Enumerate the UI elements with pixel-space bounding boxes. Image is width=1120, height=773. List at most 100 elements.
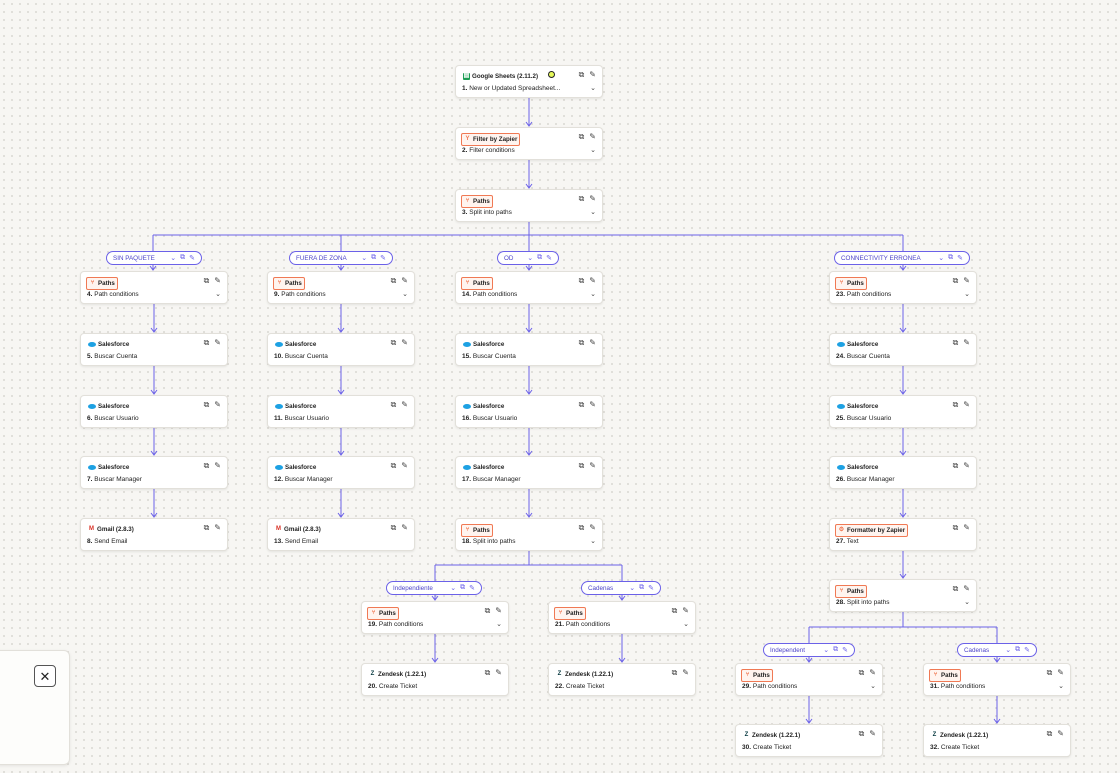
duplicate-icon[interactable]: ⧉ — [579, 132, 585, 142]
duplicate-icon[interactable]: ⧉ — [859, 668, 865, 678]
chevron-down-icon[interactable]: ⌄ — [590, 146, 596, 154]
edit-icon[interactable]: ✎ — [214, 523, 221, 533]
edit-icon[interactable]: ✎ — [214, 461, 221, 471]
step-card-6[interactable]: Salesforce ⧉ ✎ 6. Buscar Usuario — [80, 395, 228, 428]
edit-icon[interactable]: ✎ — [589, 461, 596, 471]
edit-icon[interactable]: ✎ — [963, 276, 970, 286]
duplicate-icon[interactable]: ⧉ — [953, 400, 959, 410]
chevron-down-icon[interactable]: ⌄ — [450, 584, 456, 592]
step-card-10[interactable]: Salesforce ⧉ ✎ 10. Buscar Cuenta — [267, 333, 415, 366]
edit-icon[interactable]: ✎ — [546, 254, 552, 262]
step-card-15[interactable]: Salesforce ⧉ ✎ 15. Buscar Cuenta — [455, 333, 603, 366]
step-card-30[interactable]: Z Zendesk (1.22.1) ⧉ ✎ 30. Create Ticket — [735, 724, 883, 757]
path-label-p6[interactable]: Cadenas ⌄ ⧉ ✎ — [581, 581, 661, 595]
duplicate-icon[interactable]: ⧉ — [639, 584, 644, 592]
step-card-26[interactable]: Salesforce ⧉ ✎ 26. Buscar Manager — [829, 456, 977, 489]
edit-icon[interactable]: ✎ — [214, 400, 221, 410]
duplicate-icon[interactable]: ⧉ — [391, 523, 397, 533]
edit-icon[interactable]: ✎ — [589, 400, 596, 410]
path-label-p8[interactable]: Cadenas ⌄ ⧉ ✎ — [957, 643, 1037, 657]
edit-icon[interactable]: ✎ — [869, 668, 876, 678]
duplicate-icon[interactable]: ⧉ — [579, 400, 585, 410]
duplicate-icon[interactable]: ⧉ — [953, 276, 959, 286]
edit-icon[interactable]: ✎ — [495, 606, 502, 616]
edit-icon[interactable]: ✎ — [589, 70, 596, 80]
step-card-23[interactable]: ⑂ Paths ⧉ ✎ 23. Path conditions ⌄ — [829, 271, 977, 304]
step-card-3[interactable]: ⑂ Paths ⧉ ✎ 3. Split into paths ⌄ — [455, 189, 603, 222]
chevron-down-icon[interactable]: ⌄ — [629, 584, 635, 592]
edit-icon[interactable]: ✎ — [401, 523, 408, 533]
duplicate-icon[interactable]: ⧉ — [859, 729, 865, 739]
duplicate-icon[interactable]: ⧉ — [579, 276, 585, 286]
duplicate-icon[interactable]: ⧉ — [204, 338, 210, 348]
duplicate-icon[interactable]: ⧉ — [953, 461, 959, 471]
chevron-down-icon[interactable]: ⌄ — [964, 290, 970, 298]
chevron-down-icon[interactable]: ⌄ — [590, 84, 596, 92]
step-card-8[interactable]: M Gmail (2.8.3) ⧉ ✎ 8. Send Email — [80, 518, 228, 551]
duplicate-icon[interactable]: ⧉ — [180, 254, 185, 262]
duplicate-icon[interactable]: ⧉ — [485, 668, 491, 678]
duplicate-icon[interactable]: ⧉ — [391, 276, 397, 286]
step-card-9[interactable]: ⑂ Paths ⧉ ✎ 9. Path conditions ⌄ — [267, 271, 415, 304]
edit-icon[interactable]: ✎ — [189, 254, 195, 262]
duplicate-icon[interactable]: ⧉ — [579, 523, 585, 533]
step-card-11[interactable]: Salesforce ⧉ ✎ 11. Buscar Usuario — [267, 395, 415, 428]
edit-icon[interactable]: ✎ — [1057, 668, 1064, 678]
duplicate-icon[interactable]: ⧉ — [460, 584, 465, 592]
duplicate-icon[interactable]: ⧉ — [579, 338, 585, 348]
duplicate-icon[interactable]: ⧉ — [391, 461, 397, 471]
duplicate-icon[interactable]: ⧉ — [485, 606, 491, 616]
step-card-28[interactable]: ⑂ Paths ⧉ ✎ 28. Split into paths ⌄ — [829, 579, 977, 612]
step-card-5[interactable]: Salesforce ⧉ ✎ 5. Buscar Cuenta — [80, 333, 228, 366]
edit-icon[interactable]: ✎ — [589, 276, 596, 286]
step-card-4[interactable]: ⑂ Paths ⧉ ✎ 4. Path conditions ⌄ — [80, 271, 228, 304]
close-button[interactable]: ✕ — [34, 665, 56, 687]
step-card-27[interactable]: ⚙ Formatter by Zapier ⧉ ✎ 27. Text — [829, 518, 977, 551]
step-card-14[interactable]: ⑂ Paths ⧉ ✎ 14. Path conditions ⌄ — [455, 271, 603, 304]
chevron-down-icon[interactable]: ⌄ — [823, 646, 829, 654]
step-card-22[interactable]: Z Zendesk (1.22.1) ⧉ ✎ 22. Create Ticket — [548, 663, 696, 696]
duplicate-icon[interactable]: ⧉ — [672, 668, 678, 678]
duplicate-icon[interactable]: ⧉ — [579, 194, 585, 204]
edit-icon[interactable]: ✎ — [957, 254, 963, 262]
edit-icon[interactable]: ✎ — [401, 400, 408, 410]
duplicate-icon[interactable]: ⧉ — [537, 254, 542, 262]
chevron-down-icon[interactable]: ⌄ — [1005, 646, 1011, 654]
duplicate-icon[interactable]: ⧉ — [204, 400, 210, 410]
duplicate-icon[interactable]: ⧉ — [204, 523, 210, 533]
edit-icon[interactable]: ✎ — [963, 523, 970, 533]
duplicate-icon[interactable]: ⧉ — [833, 646, 838, 654]
step-card-31[interactable]: ⑂ Paths ⧉ ✎ 31. Path conditions ⌄ — [923, 663, 1071, 696]
chevron-down-icon[interactable]: ⌄ — [870, 682, 876, 690]
duplicate-icon[interactable]: ⧉ — [391, 400, 397, 410]
edit-icon[interactable]: ✎ — [869, 729, 876, 739]
step-card-16[interactable]: Salesforce ⧉ ✎ 16. Buscar Usuario — [455, 395, 603, 428]
duplicate-icon[interactable]: ⧉ — [391, 338, 397, 348]
edit-icon[interactable]: ✎ — [380, 254, 386, 262]
edit-icon[interactable]: ✎ — [1057, 729, 1064, 739]
chevron-down-icon[interactable]: ⌄ — [1058, 682, 1064, 690]
duplicate-icon[interactable]: ⧉ — [1015, 646, 1020, 654]
step-card-20[interactable]: Z Zendesk (1.22.1) ⧉ ✎ 20. Create Ticket — [361, 663, 509, 696]
chevron-down-icon[interactable]: ⌄ — [215, 290, 221, 298]
duplicate-icon[interactable]: ⧉ — [948, 254, 953, 262]
edit-icon[interactable]: ✎ — [682, 606, 689, 616]
edit-icon[interactable]: ✎ — [214, 338, 221, 348]
chevron-down-icon[interactable]: ⌄ — [683, 620, 689, 628]
path-label-p4[interactable]: CONNECTIVITY ERRONEA ⌄ ⧉ ✎ — [834, 251, 970, 265]
step-card-19[interactable]: ⑂ Paths ⧉ ✎ 19. Path conditions ⌄ — [361, 601, 509, 634]
chevron-down-icon[interactable]: ⌄ — [402, 290, 408, 298]
duplicate-icon[interactable]: ⧉ — [579, 461, 585, 471]
edit-icon[interactable]: ✎ — [214, 276, 221, 286]
chevron-down-icon[interactable]: ⌄ — [590, 537, 596, 545]
edit-icon[interactable]: ✎ — [589, 132, 596, 142]
edit-icon[interactable]: ✎ — [401, 338, 408, 348]
path-label-p5[interactable]: Independiente ⌄ ⧉ ✎ — [386, 581, 482, 595]
path-label-p1[interactable]: SIN PAQUETE ⌄ ⧉ ✎ — [106, 251, 202, 265]
step-card-32[interactable]: Z Zendesk (1.22.1) ⧉ ✎ 32. Create Ticket — [923, 724, 1071, 757]
edit-icon[interactable]: ✎ — [401, 461, 408, 471]
duplicate-icon[interactable]: ⧉ — [953, 523, 959, 533]
chevron-down-icon[interactable]: ⌄ — [527, 254, 533, 262]
edit-icon[interactable]: ✎ — [589, 338, 596, 348]
step-card-7[interactable]: Salesforce ⧉ ✎ 7. Buscar Manager — [80, 456, 228, 489]
